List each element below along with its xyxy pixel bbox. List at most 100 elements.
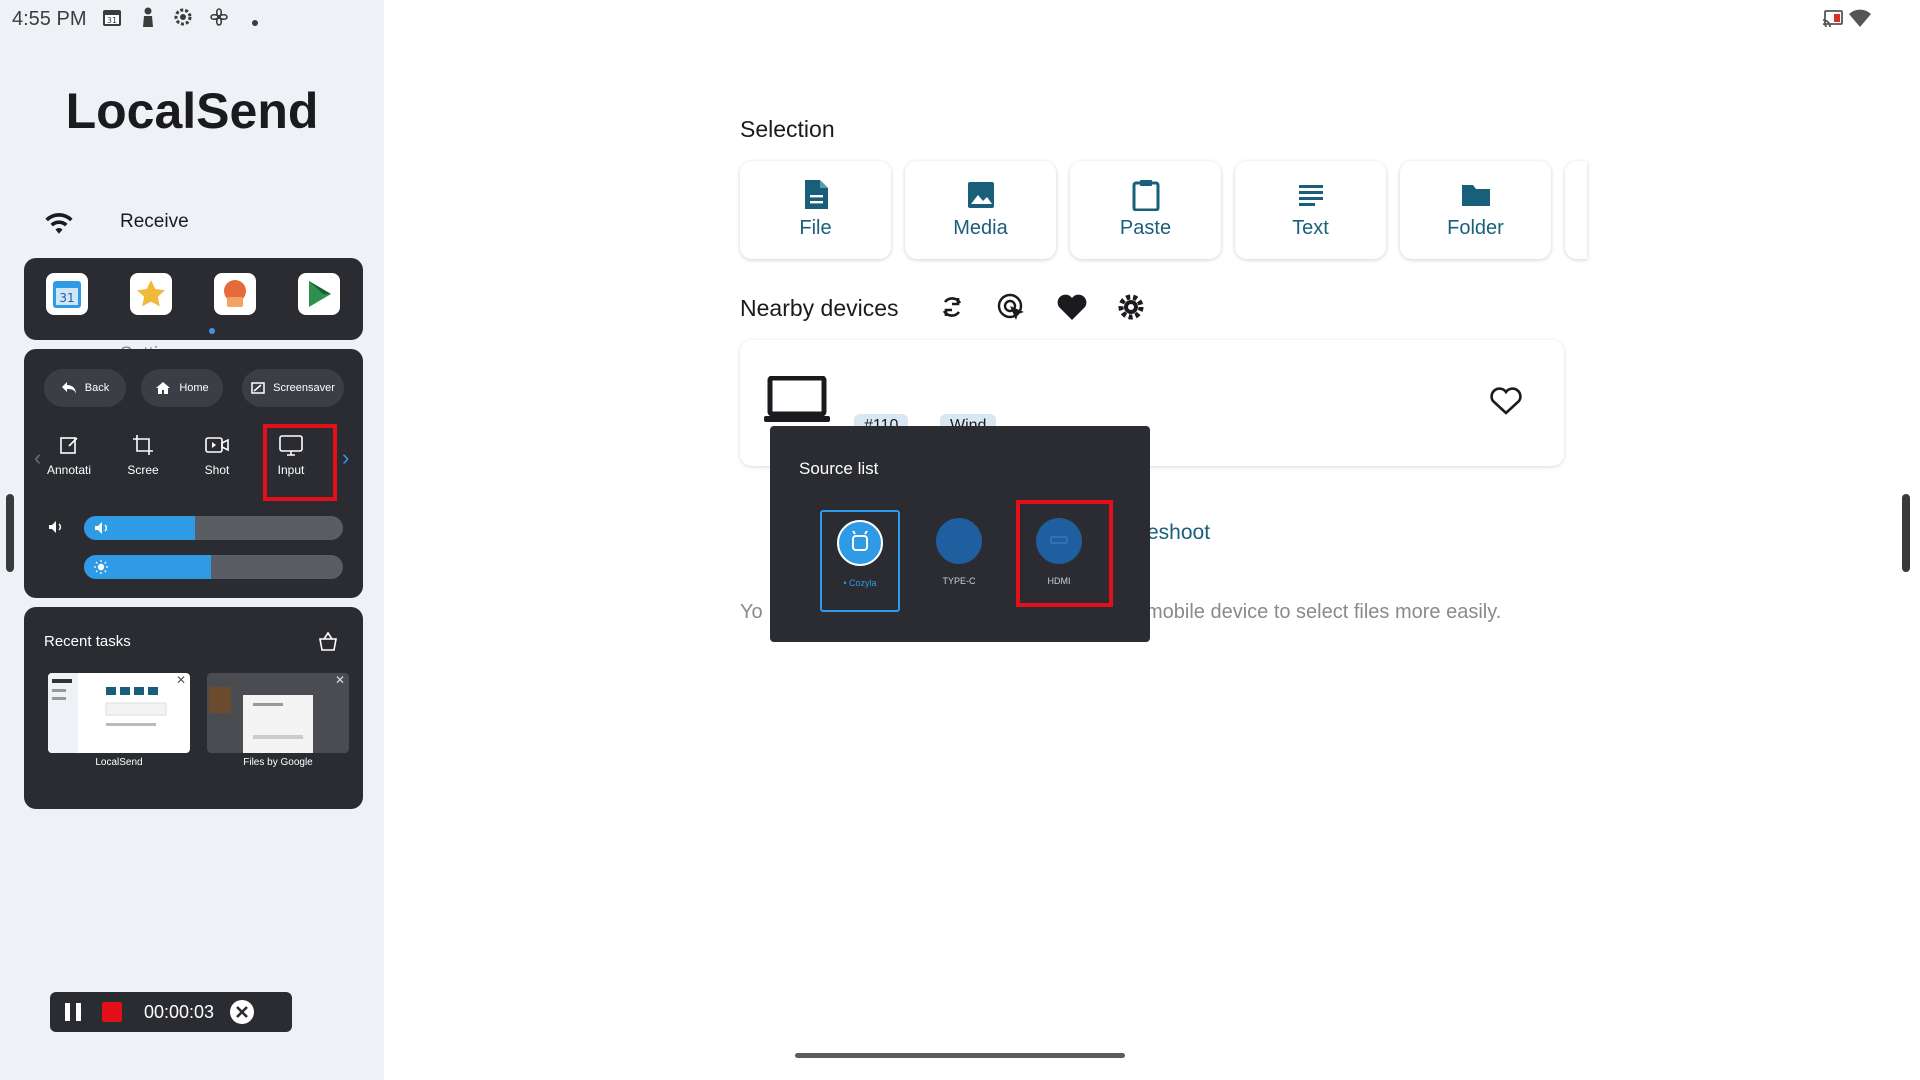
status-icons-right <box>1822 8 1872 33</box>
screen-recording-control: 00:00:03 <box>50 992 292 1032</box>
select-media-button[interactable]: Media <box>905 161 1056 259</box>
page-indicator <box>209 328 215 334</box>
recent-task-localsend[interactable]: ✕ <box>48 673 190 753</box>
image-icon <box>967 182 994 208</box>
volume-slider-icon <box>94 521 110 540</box>
annotation-icon <box>60 437 78 454</box>
tool-annotation[interactable]: Annotati <box>34 433 104 499</box>
status-time: 4:55 PM <box>12 8 87 30</box>
pause-icon[interactable] <box>62 1001 84 1028</box>
select-paste-label: Paste <box>1119 217 1172 239</box>
highlight-input-tool <box>263 424 337 501</box>
star-app-icon[interactable] <box>130 273 172 315</box>
file-icon <box>804 180 828 209</box>
select-folder-label: Folder <box>1447 217 1504 239</box>
screensaver-button-label: Screensaver <box>273 382 335 394</box>
calendar-icon: 31 <box>101 6 123 33</box>
calendar-app-icon[interactable]: 31 <box>46 273 88 315</box>
type-c-icon <box>936 518 982 564</box>
volume-slider[interactable] <box>84 516 343 540</box>
home-button[interactable]: Home <box>141 369 223 407</box>
home-button-label: Home <box>179 382 209 394</box>
localsend-thumbnail <box>48 673 167 753</box>
select-more-card-partial[interactable] <box>1565 161 1587 259</box>
selection-heading: Selection <box>740 116 835 142</box>
svg-text:31: 31 <box>59 291 74 305</box>
person-icon <box>137 6 159 33</box>
home-icon <box>156 382 171 394</box>
text-lines-icon <box>1298 185 1323 206</box>
android-icon <box>837 520 883 566</box>
source-type-c-label: TYPE-C <box>942 576 976 586</box>
refresh-icon[interactable] <box>937 292 967 327</box>
tool-shot[interactable]: Shot <box>182 433 252 499</box>
wifi-icon <box>42 204 76 243</box>
scan-target-icon[interactable] <box>996 292 1028 329</box>
brightness-slider[interactable] <box>84 555 343 579</box>
source-cozyla-label: • Cozyla <box>843 578 877 588</box>
highlight-hdmi-source <box>1016 500 1113 607</box>
crop-icon <box>133 435 153 455</box>
close-thumbnail-icon[interactable]: ✕ <box>335 673 345 687</box>
folder-icon <box>1461 185 1490 206</box>
files-thumbnail <box>209 687 313 753</box>
chevron-right-icon[interactable]: › <box>342 445 349 471</box>
recent-tasks-panel: Recent tasks ✕ LocalSend ✕ Files by Goog… <box>24 607 363 809</box>
fan-icon <box>208 6 230 33</box>
select-file-label: File <box>799 217 832 239</box>
tool-screenshot[interactable]: Scree <box>108 433 178 499</box>
select-paste-button[interactable]: Paste <box>1070 161 1221 259</box>
close-recording-icon[interactable] <box>230 1000 254 1029</box>
play-app-icon[interactable] <box>298 273 340 315</box>
hint-text-end: ur mobile device to select files more ea… <box>1122 601 1502 623</box>
tool-shot-label: Shot <box>204 463 230 477</box>
recent-task-files[interactable]: ✕ <box>207 673 349 753</box>
volume-icon <box>48 520 64 539</box>
video-record-icon <box>205 437 229 453</box>
chef-app-icon[interactable] <box>214 273 256 315</box>
favorites-heart-icon[interactable] <box>1056 292 1088 327</box>
back-button[interactable]: Back <box>44 369 126 407</box>
screensaver-button[interactable]: Screensaver <box>242 369 344 407</box>
screensaver-icon <box>251 382 265 394</box>
recent-task-files-label: Files by Google <box>243 757 313 768</box>
select-text-button[interactable]: Text <box>1235 161 1386 259</box>
select-media-label: Media <box>953 217 1008 239</box>
tool-annotation-label: Annotati <box>46 463 92 477</box>
hint-text-start: Yo <box>740 601 763 623</box>
brightness-icon <box>94 560 108 579</box>
back-button-label: Back <box>84 382 110 394</box>
clipboard-icon <box>1132 180 1159 211</box>
stop-record-icon[interactable] <box>102 1002 122 1027</box>
source-list-title: Source list <box>799 459 879 478</box>
troubleshoot-link[interactable]: eshoot <box>1147 521 1210 545</box>
svg-text:31: 31 <box>107 16 117 25</box>
left-edge-handle[interactable] <box>6 494 14 572</box>
settings-gear-icon[interactable] <box>1116 292 1146 327</box>
select-text-label: Text <box>1292 217 1329 239</box>
source-type-c[interactable]: TYPE-C <box>919 510 999 612</box>
laptop-icon <box>764 375 830 429</box>
cast-icon <box>1822 10 1848 32</box>
clear-all-icon[interactable] <box>317 631 339 656</box>
gesture-bar[interactable] <box>795 1053 1125 1058</box>
nav-receive[interactable]: Receive <box>30 198 360 246</box>
tool-screenshot-label: Scree <box>127 463 159 477</box>
close-thumbnail-icon[interactable]: ✕ <box>176 673 186 687</box>
recent-task-localsend-label: LocalSend <box>95 757 143 768</box>
nearby-devices-heading: Nearby devices <box>740 295 899 321</box>
nav-receive-label: Receive <box>120 211 189 232</box>
recent-tasks-title: Recent tasks <box>44 633 131 650</box>
wifi-status-icon <box>1848 9 1872 32</box>
app-title: LocalSend <box>65 83 319 139</box>
back-arrow-icon <box>61 382 76 394</box>
select-file-button[interactable]: File <box>740 161 891 259</box>
source-cozyla[interactable]: • Cozyla <box>820 510 900 612</box>
more-notifications-icon <box>251 14 259 32</box>
recording-timer: 00:00:03 <box>144 1002 215 1022</box>
quick-apps-panel: 31 <box>24 258 363 340</box>
right-edge-handle[interactable] <box>1902 494 1910 572</box>
select-folder-button[interactable]: Folder <box>1400 161 1551 259</box>
favorite-device-heart-icon[interactable] <box>1489 386 1523 421</box>
settings-status-icon <box>172 6 194 33</box>
